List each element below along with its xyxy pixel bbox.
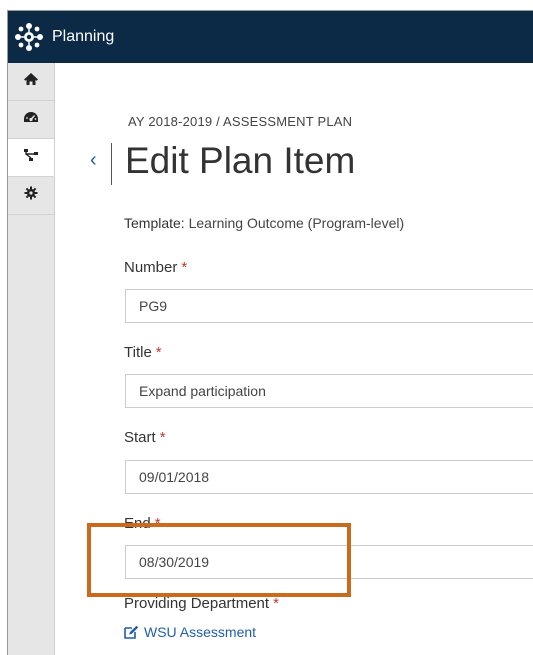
sidebar-spacer bbox=[8, 215, 54, 635]
gear-icon bbox=[24, 186, 38, 205]
page-title: Edit Plan Item bbox=[125, 140, 356, 181]
title-field[interactable] bbox=[125, 374, 533, 408]
sidebar-item-settings[interactable] bbox=[8, 177, 54, 215]
title-label: Title * bbox=[124, 344, 162, 361]
required-marker: * bbox=[273, 595, 279, 612]
required-marker: * bbox=[159, 429, 166, 446]
end-label-text: End bbox=[124, 515, 151, 532]
required-marker: * bbox=[155, 344, 162, 361]
template-label: Template: bbox=[124, 215, 185, 231]
app-window: Planning AY 2018-2019 / ASSESSMENT PLAN … bbox=[7, 10, 533, 655]
start-date-field[interactable] bbox=[125, 460, 533, 494]
required-marker: * bbox=[154, 515, 161, 532]
end-label: End * bbox=[124, 515, 161, 532]
planning-logo-icon[interactable] bbox=[12, 20, 46, 54]
sidebar-item-dashboard[interactable] bbox=[8, 101, 54, 139]
sidebar bbox=[8, 63, 55, 655]
hierarchy-icon bbox=[23, 148, 39, 167]
end-date-field[interactable] bbox=[125, 545, 533, 579]
home-icon bbox=[23, 72, 39, 91]
number-label-text: Number bbox=[124, 259, 178, 276]
breadcrumb[interactable]: AY 2018-2019 / ASSESSMENT PLAN bbox=[128, 114, 352, 129]
required-marker: * bbox=[181, 259, 188, 276]
title-divider bbox=[111, 143, 112, 185]
dashboard-icon bbox=[23, 111, 39, 129]
template-info: Template: Learning Outcome (Program-leve… bbox=[124, 215, 404, 231]
title-label-text: Title bbox=[124, 344, 152, 361]
start-label-text: Start bbox=[124, 429, 156, 446]
providing-department-value: WSU Assessment bbox=[144, 624, 257, 640]
providing-department-link[interactable]: WSU Assessment bbox=[124, 624, 256, 640]
number-field[interactable] bbox=[125, 289, 533, 323]
providing-department-label-text: Providing Department bbox=[124, 595, 270, 612]
top-bar: Planning bbox=[8, 11, 533, 63]
sidebar-item-planning[interactable] bbox=[8, 139, 54, 177]
template-value: Learning Outcome (Program-level) bbox=[188, 215, 405, 231]
start-label: Start * bbox=[124, 429, 166, 446]
main-content: AY 2018-2019 / ASSESSMENT PLAN ‹ Edit Pl… bbox=[55, 63, 533, 655]
app-title[interactable]: Planning bbox=[52, 28, 114, 46]
edit-icon bbox=[124, 625, 139, 639]
sidebar-item-home[interactable] bbox=[8, 63, 54, 101]
number-label: Number * bbox=[124, 259, 187, 276]
back-button[interactable]: ‹ bbox=[90, 149, 97, 172]
providing-department-label: Providing Department * bbox=[124, 595, 279, 612]
